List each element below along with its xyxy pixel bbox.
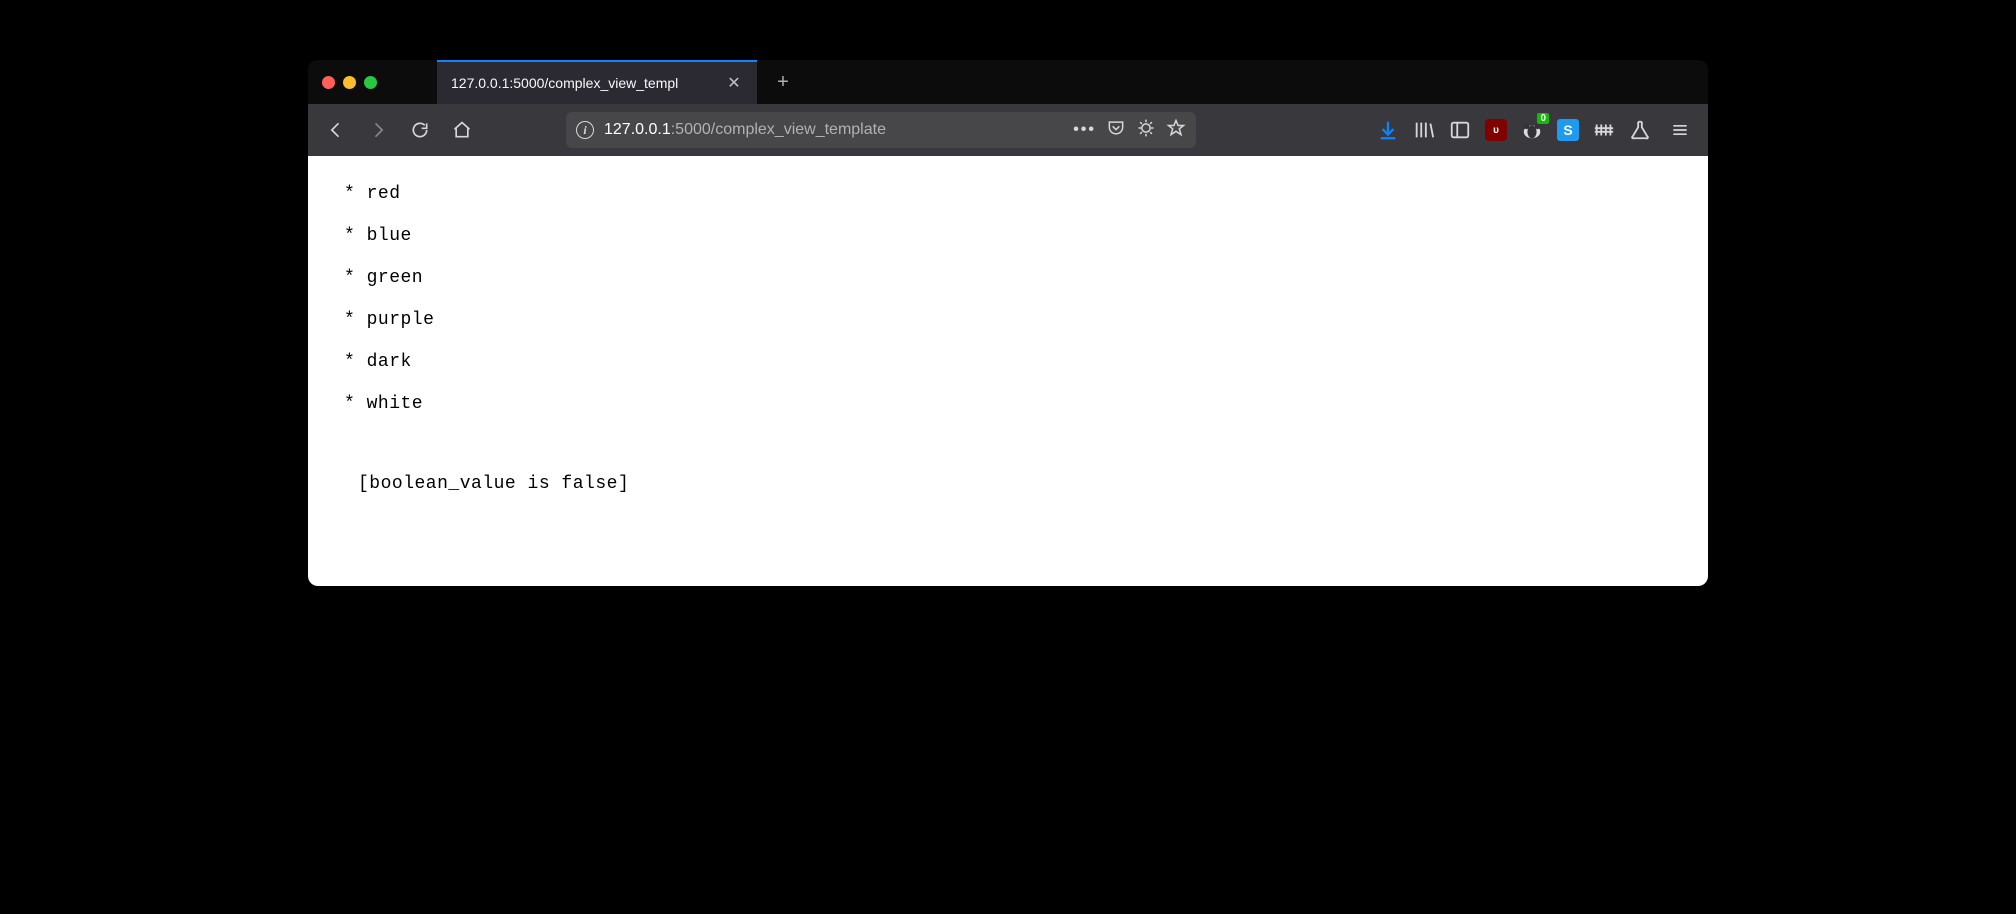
fence-icon bbox=[1593, 119, 1615, 141]
privacy-badger-extension[interactable]: 0 bbox=[1518, 116, 1546, 144]
url-path: /complex_view_template bbox=[711, 121, 886, 138]
arrow-right-icon bbox=[368, 120, 388, 140]
list-item: * purple bbox=[344, 310, 1672, 330]
extension-badge: 0 bbox=[1537, 113, 1549, 124]
home-button[interactable] bbox=[444, 112, 480, 148]
window-close-button[interactable] bbox=[322, 76, 335, 89]
url-text: 127.0.0.1:5000/complex_view_template bbox=[604, 121, 886, 139]
bug-icon[interactable] bbox=[1136, 118, 1156, 143]
window-minimize-button[interactable] bbox=[343, 76, 356, 89]
ublock-extension[interactable]: υ bbox=[1482, 116, 1510, 144]
pocket-icon[interactable] bbox=[1106, 118, 1126, 143]
bookmark-star-icon[interactable] bbox=[1166, 118, 1186, 143]
page-actions-icon[interactable]: ••• bbox=[1073, 121, 1096, 139]
ublock-icon: υ bbox=[1485, 119, 1507, 141]
new-tab-button[interactable]: + bbox=[765, 64, 801, 100]
forward-button[interactable] bbox=[360, 112, 396, 148]
fence-extension[interactable] bbox=[1590, 116, 1618, 144]
browser-tab[interactable]: 127.0.0.1:5000/complex_view_templ ✕ bbox=[437, 60, 757, 104]
traffic-lights bbox=[322, 76, 377, 89]
page-viewport: * red* blue* green* purple* dark* white … bbox=[308, 156, 1708, 586]
tab-close-icon[interactable]: ✕ bbox=[725, 74, 743, 92]
hamburger-icon bbox=[1670, 120, 1690, 140]
home-icon bbox=[452, 120, 472, 140]
color-list: * red * blue * green * purple * dark * white bbox=[344, 184, 1672, 414]
browser-window: 127.0.0.1:5000/complex_view_templ ✕ + i … bbox=[308, 60, 1708, 586]
downloads-button[interactable] bbox=[1374, 116, 1402, 144]
list-item: * white bbox=[344, 394, 1672, 414]
tab-title: 127.0.0.1:5000/complex_view_templ bbox=[451, 75, 715, 91]
sidebar-icon bbox=[1449, 119, 1471, 141]
list-item: * blue bbox=[344, 226, 1672, 246]
toolbar-right: υ 0 S bbox=[1374, 112, 1698, 148]
download-icon bbox=[1377, 119, 1399, 141]
reload-icon bbox=[410, 120, 430, 140]
site-info-icon[interactable]: i bbox=[576, 121, 594, 139]
back-button[interactable] bbox=[318, 112, 354, 148]
flask-extension[interactable] bbox=[1626, 116, 1654, 144]
library-button[interactable] bbox=[1410, 116, 1438, 144]
library-icon bbox=[1413, 119, 1435, 141]
url-bar[interactable]: i 127.0.0.1:5000/complex_view_template •… bbox=[566, 112, 1196, 148]
flask-icon bbox=[1629, 119, 1651, 141]
url-port: :5000 bbox=[671, 121, 711, 138]
list-item: * dark bbox=[344, 352, 1672, 372]
menu-button[interactable] bbox=[1662, 112, 1698, 148]
list-item: * green bbox=[344, 268, 1672, 288]
window-maximize-button[interactable] bbox=[364, 76, 377, 89]
reload-button[interactable] bbox=[402, 112, 438, 148]
s-icon: S bbox=[1557, 119, 1579, 141]
titlebar: 127.0.0.1:5000/complex_view_templ ✕ + bbox=[308, 60, 1708, 104]
list-item: * red bbox=[344, 184, 1672, 204]
s-extension[interactable]: S bbox=[1554, 116, 1582, 144]
toolbar: i 127.0.0.1:5000/complex_view_template •… bbox=[308, 104, 1708, 156]
url-host: 127.0.0.1 bbox=[604, 121, 671, 138]
sidebar-button[interactable] bbox=[1446, 116, 1474, 144]
boolean-status-line: [boolean_value is false] bbox=[358, 474, 1672, 494]
arrow-left-icon bbox=[326, 120, 346, 140]
